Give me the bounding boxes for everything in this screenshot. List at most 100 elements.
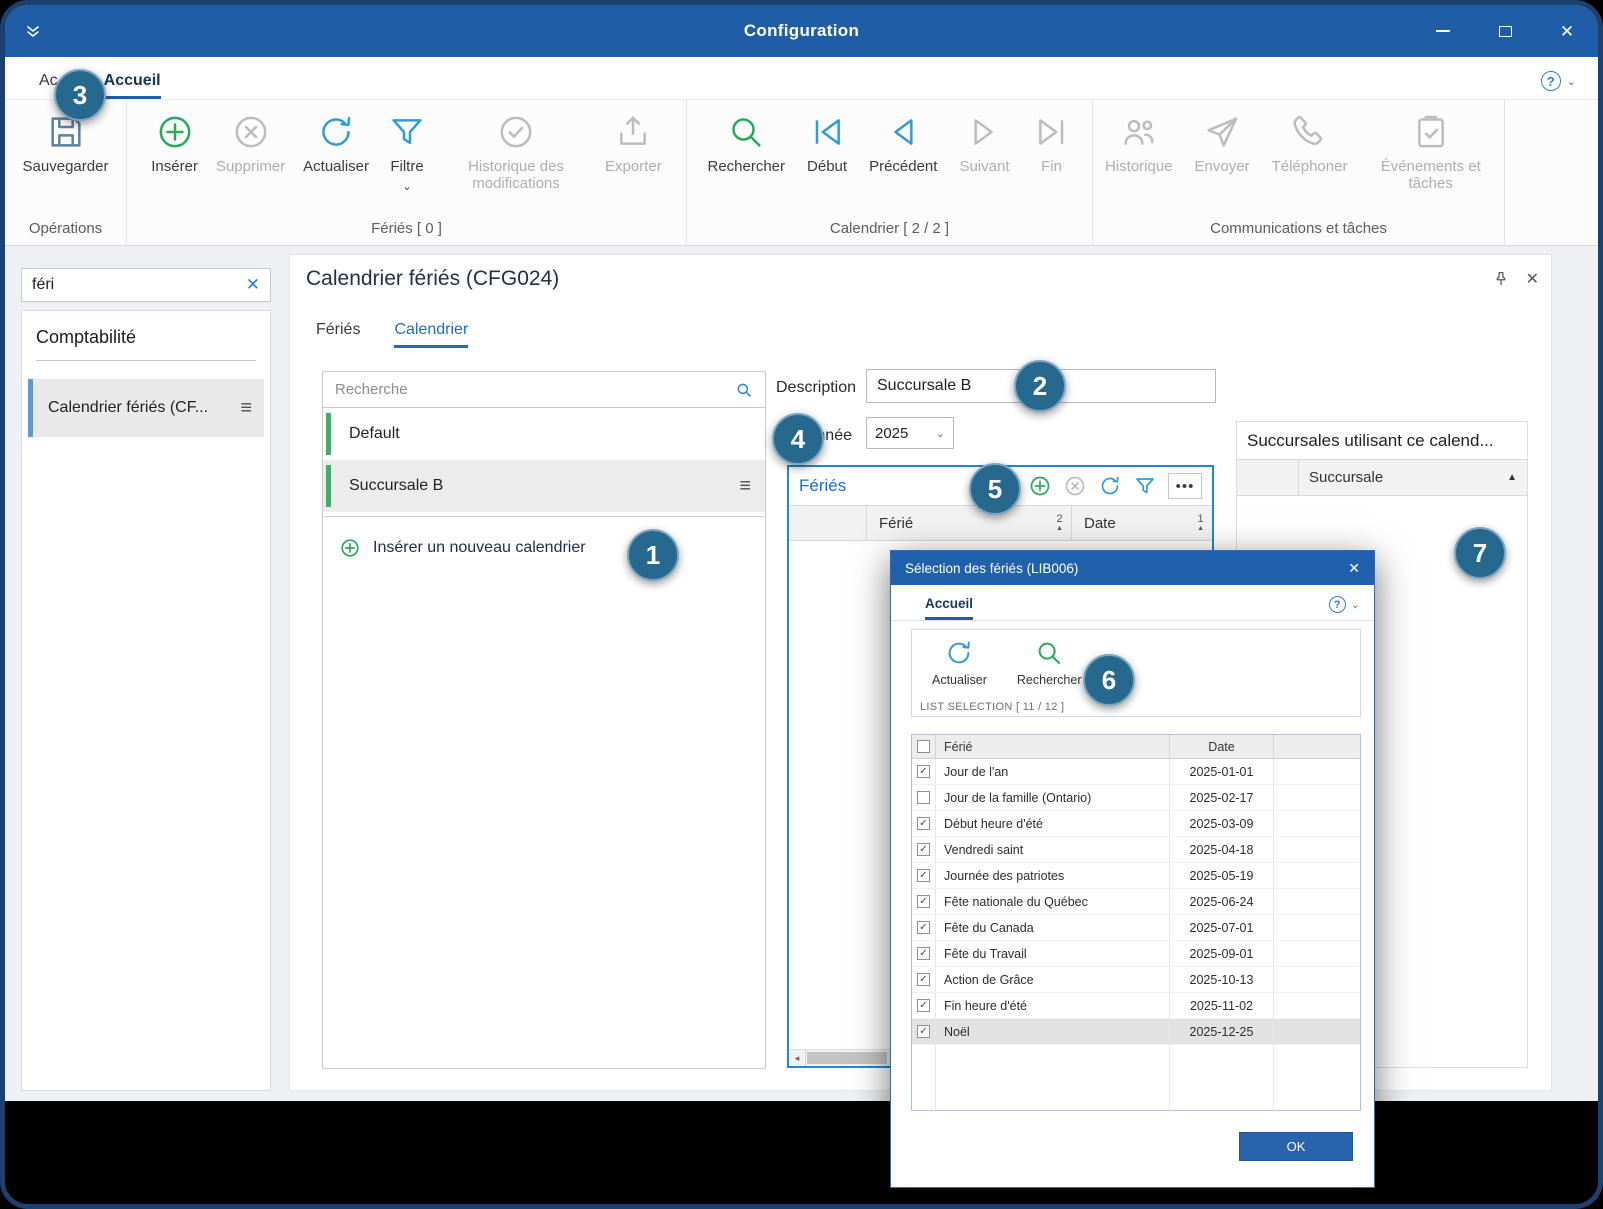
refresh-grid-icon[interactable] bbox=[1098, 474, 1122, 498]
search-icon[interactable] bbox=[735, 381, 753, 399]
more-options-icon[interactable]: ••• bbox=[1168, 473, 1202, 499]
column-ferie[interactable]: Férié 2▲ bbox=[867, 506, 1072, 540]
holiday-name: Fin heure d'été bbox=[936, 993, 1170, 1018]
dialog-refresh-button[interactable]: Actualiser bbox=[932, 638, 987, 687]
remove-holiday-icon[interactable] bbox=[1063, 474, 1087, 498]
events-tasks-button[interactable]: Événements et tâches bbox=[1365, 110, 1496, 195]
chevron-down-icon: ⌄ bbox=[936, 427, 945, 440]
ribbon-group-feries: Insérer Supprimer Actualiser bbox=[127, 100, 687, 245]
ribbon-tab-accueil[interactable]: Accueil bbox=[104, 72, 161, 99]
chevron-down-icon: ⌄ bbox=[1567, 75, 1576, 88]
phone-button[interactable]: Téléphoner bbox=[1268, 110, 1352, 178]
column-date[interactable]: Date 1▲ bbox=[1072, 506, 1212, 540]
table-row[interactable]: Action de Grâce 2025-10-13 bbox=[912, 967, 1360, 993]
table-row[interactable]: Fête nationale du Québec 2025-06-24 bbox=[912, 889, 1360, 915]
previous-record-button[interactable]: Précédent bbox=[865, 110, 941, 178]
row-checkbox[interactable] bbox=[912, 993, 936, 1018]
modification-history-button[interactable]: Historique des modifications bbox=[441, 110, 591, 195]
sidebar-item-calendrier-feries[interactable]: Calendrier fériés (CF... ≡ bbox=[28, 379, 264, 437]
holiday-date: 2025-09-01 bbox=[1170, 941, 1274, 966]
sort-indicator: 2▲ bbox=[1056, 514, 1063, 532]
calendar-item-label: Default bbox=[349, 425, 400, 443]
filter-grid-icon[interactable] bbox=[1133, 474, 1157, 498]
dialog-close-icon[interactable]: ✕ bbox=[1348, 561, 1360, 575]
row-checkbox[interactable] bbox=[912, 759, 936, 784]
row-checkbox[interactable] bbox=[912, 863, 936, 888]
delete-button[interactable]: Supprimer bbox=[212, 110, 289, 178]
add-holiday-icon[interactable] bbox=[1028, 474, 1052, 498]
refresh-button[interactable]: Actualiser bbox=[299, 110, 373, 178]
export-icon bbox=[613, 112, 653, 152]
insert-button[interactable]: Insérer bbox=[147, 110, 202, 178]
calendar-item-default[interactable]: Default bbox=[323, 408, 765, 460]
row-checkbox[interactable] bbox=[912, 811, 936, 836]
table-row[interactable]: Fin heure d'été 2025-11-02 bbox=[912, 993, 1360, 1019]
dialog-help-control[interactable]: ? ⌄ bbox=[1329, 596, 1360, 620]
holiday-date: 2025-10-13 bbox=[1170, 967, 1274, 992]
page-title: Calendrier fériés (CFG024) bbox=[306, 267, 559, 291]
ok-button[interactable]: OK bbox=[1239, 1132, 1353, 1161]
help-control[interactable]: ? ⌄ bbox=[1541, 71, 1576, 99]
year-select[interactable]: 2025 ⌄ bbox=[866, 417, 954, 449]
succursales-header: Succursale ▲ bbox=[1237, 460, 1527, 496]
tab-feries[interactable]: Fériés bbox=[316, 321, 360, 348]
menu-icon[interactable]: ≡ bbox=[739, 476, 751, 496]
empty-cell bbox=[1274, 915, 1360, 940]
insert-new-calendar-button[interactable]: Insérer un nouveau calendrier bbox=[323, 517, 765, 579]
dialog-tab-accueil[interactable]: Accueil bbox=[925, 596, 973, 620]
row-checkbox[interactable] bbox=[912, 915, 936, 940]
next-record-button[interactable]: Suivant bbox=[955, 110, 1013, 178]
table-row[interactable]: Début heure d'été 2025-03-09 bbox=[912, 811, 1360, 837]
filter-button[interactable]: Filtre ⌄ bbox=[383, 110, 431, 195]
table-row[interactable]: Noël 2025-12-25 bbox=[912, 1019, 1360, 1045]
row-checkbox[interactable] bbox=[912, 785, 936, 810]
row-selector-column[interactable] bbox=[1237, 460, 1299, 495]
sort-asc-icon: ▲ bbox=[1197, 525, 1204, 532]
calendar-item-label: Succursale B bbox=[349, 477, 443, 495]
minimize-button[interactable] bbox=[1412, 5, 1474, 57]
scroll-left-icon[interactable]: ◂ bbox=[789, 1050, 806, 1066]
last-record-button[interactable]: Fin bbox=[1028, 110, 1076, 178]
row-checkbox[interactable] bbox=[912, 1019, 936, 1044]
search-record-button[interactable]: Rechercher bbox=[703, 110, 789, 178]
column-date[interactable]: Date bbox=[1170, 735, 1274, 758]
row-selector-column[interactable] bbox=[789, 506, 867, 540]
close-button[interactable]: ✕ bbox=[1536, 5, 1598, 57]
column-succursale[interactable]: Succursale ▲ bbox=[1299, 460, 1527, 495]
dialog-search-button[interactable]: Rechercher bbox=[1017, 638, 1082, 687]
holiday-name: Vendredi saint bbox=[936, 837, 1170, 862]
calendar-search-input[interactable]: Recherche bbox=[323, 372, 765, 408]
row-checkbox[interactable] bbox=[912, 967, 936, 992]
comm-history-button[interactable]: Historique bbox=[1101, 110, 1177, 178]
send-button[interactable]: Envoyer bbox=[1191, 110, 1254, 178]
module-search-input[interactable]: féri ✕ bbox=[21, 268, 271, 302]
first-record-button[interactable]: Début bbox=[803, 110, 851, 178]
export-button[interactable]: Exporter bbox=[601, 110, 666, 178]
callout-1: 1 bbox=[627, 529, 679, 581]
column-ferie[interactable]: Férié bbox=[936, 735, 1170, 758]
scrollbar-thumb[interactable] bbox=[807, 1052, 887, 1064]
row-checkbox[interactable] bbox=[912, 941, 936, 966]
holiday-date: 2025-03-09 bbox=[1170, 811, 1274, 836]
pin-icon[interactable] bbox=[1492, 270, 1510, 288]
select-all-checkbox[interactable] bbox=[912, 735, 936, 758]
row-checkbox[interactable] bbox=[912, 889, 936, 914]
table-row[interactable]: Fête du Canada 2025-07-01 bbox=[912, 915, 1360, 941]
panel-close-icon[interactable]: ✕ bbox=[1526, 269, 1539, 289]
table-row[interactable]: Fête du Travail 2025-09-01 bbox=[912, 941, 1360, 967]
table-row[interactable]: Journée des patriotes 2025-05-19 bbox=[912, 863, 1360, 889]
tab-calendrier[interactable]: Calendrier bbox=[394, 321, 468, 348]
holiday-name: Début heure d'été bbox=[936, 811, 1170, 836]
row-checkbox[interactable] bbox=[912, 837, 936, 862]
help-icon: ? bbox=[1541, 71, 1561, 91]
clear-search-icon[interactable]: ✕ bbox=[246, 275, 260, 295]
menu-icon[interactable]: ≡ bbox=[240, 398, 252, 418]
table-row[interactable]: Jour de l'an 2025-01-01 bbox=[912, 759, 1360, 785]
table-row[interactable]: Jour de la famille (Ontario) 2025-02-17 bbox=[912, 785, 1360, 811]
calendar-item-succursale-b[interactable]: Succursale B ≡ bbox=[323, 460, 765, 512]
save-button[interactable]: Sauvegarder bbox=[19, 110, 113, 178]
maximize-button[interactable] bbox=[1474, 5, 1536, 57]
triangle-left-icon bbox=[883, 112, 923, 152]
table-row[interactable]: Vendredi saint 2025-04-18 bbox=[912, 837, 1360, 863]
holiday-date: 2025-02-17 bbox=[1170, 785, 1274, 810]
